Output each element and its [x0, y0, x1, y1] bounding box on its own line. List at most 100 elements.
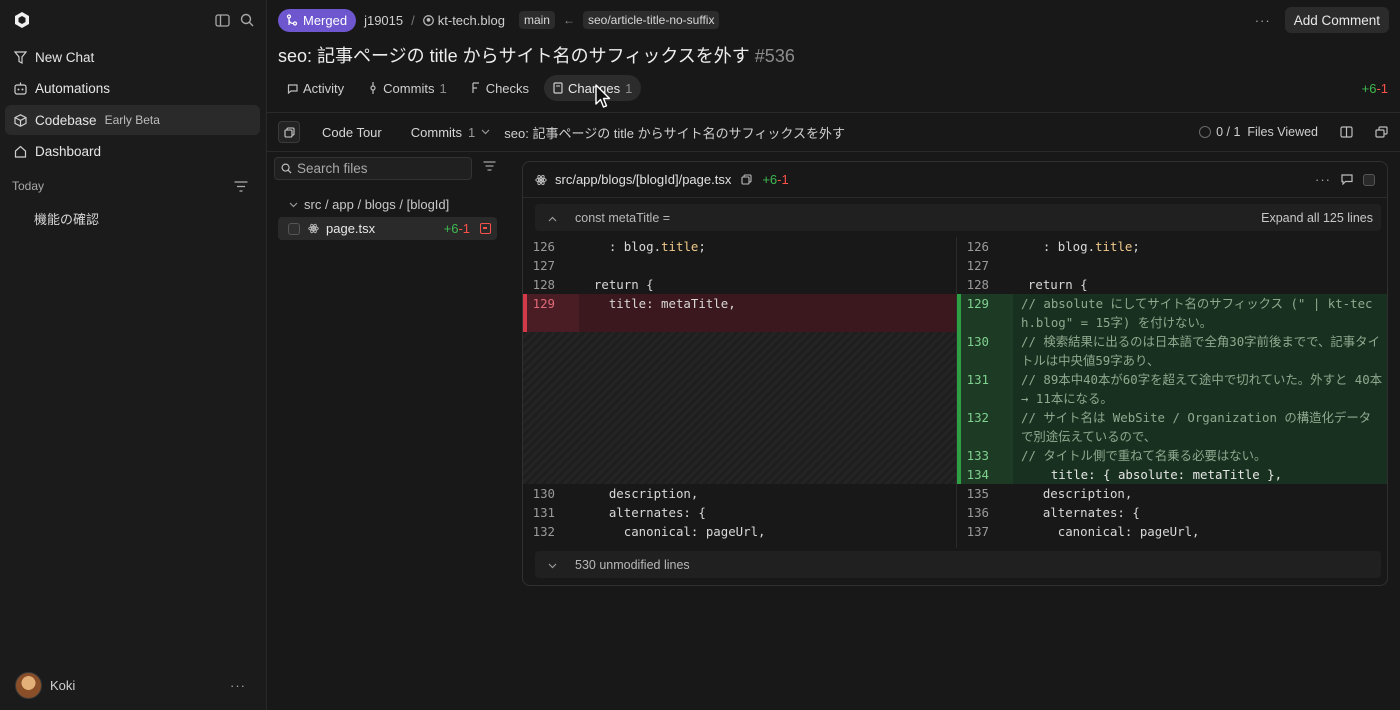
add-comment-button[interactable]: Add Comment	[1284, 7, 1389, 33]
split-view-icon[interactable]	[1340, 126, 1353, 138]
tree-file-item[interactable]: page.tsx +6-1	[278, 217, 497, 240]
copy-icon	[283, 126, 295, 138]
empty-hatch-area	[523, 332, 956, 484]
expand-all-lines-button[interactable]: Expand all 125 lines	[1261, 211, 1373, 225]
merge-icon	[286, 14, 298, 26]
collapse-all-icon[interactable]	[1375, 126, 1388, 138]
files-viewed-status[interactable]: 0 / 1 Files Viewed	[1199, 125, 1318, 139]
file-viewed-checkbox[interactable]	[288, 222, 300, 235]
more-options-icon[interactable]: ···	[1255, 13, 1271, 28]
filter-files-icon[interactable]	[483, 161, 496, 171]
main-panel: Merged j19015 / kt-tech.blog main ← seo/…	[267, 0, 1400, 710]
tsx-file-icon	[308, 223, 319, 234]
line-number: 133	[966, 448, 989, 463]
divider	[267, 112, 1400, 113]
file-path[interactable]: src/app/blogs/[blogId]/page.tsx	[555, 172, 731, 187]
hunk-header[interactable]: const metaTitle = Expand all 125 lines	[535, 204, 1381, 231]
line-number: 129	[966, 296, 989, 311]
line-number: 132	[966, 410, 989, 425]
copy-path-icon[interactable]	[741, 174, 752, 185]
viewed-circle-icon	[1199, 126, 1212, 138]
line-number: 128	[532, 277, 555, 292]
pr-header-bar: Merged j19015 / kt-tech.blog main ← seo/…	[278, 7, 1389, 33]
line-number: 130	[966, 334, 989, 349]
line-number: 126	[966, 239, 989, 254]
activity-icon	[287, 83, 298, 94]
tab-checks[interactable]: Checks	[462, 75, 538, 101]
file-diff-icon	[553, 82, 563, 94]
file-name: page.tsx	[326, 221, 376, 236]
app-logo-icon[interactable]	[12, 10, 32, 30]
chevron-down-icon	[481, 129, 490, 135]
base-branch[interactable]: main	[518, 11, 555, 29]
line-number: 127	[532, 258, 555, 273]
automations-icon	[13, 82, 27, 95]
search-files-input[interactable]	[297, 161, 457, 176]
repo-name: kt-tech.blog	[437, 12, 505, 28]
mouse-cursor-icon	[595, 84, 611, 108]
repo-owner-link[interactable]: j19015	[364, 13, 403, 28]
file-additions: +6	[443, 221, 459, 236]
codebase-icon	[13, 113, 27, 127]
commits-dropdown-label: Commits	[410, 124, 463, 140]
file-viewed-checkbox[interactable]	[1363, 173, 1375, 186]
added-code-text: title: { absolute: metaTitle },	[1021, 467, 1283, 482]
changes-toolbar: Code Tour Commits 1 seo: 記事ページの title から…	[278, 120, 1388, 144]
tab-count: 1	[625, 80, 633, 96]
code-text: description,	[579, 486, 699, 501]
code-tour-button[interactable]: Code Tour	[322, 125, 382, 140]
github-icon	[422, 14, 434, 26]
more-options-icon[interactable]: ···	[230, 678, 246, 693]
file-additions: +6	[762, 172, 778, 187]
diff-right-pane: 126 : blog.title; 127 128 return { 129 /…	[956, 237, 1387, 548]
chevron-down-icon	[289, 202, 298, 207]
user-name: Koki	[50, 677, 76, 693]
tab-activity[interactable]: Activity	[278, 75, 353, 101]
deletions-count: -1	[1376, 80, 1388, 96]
repo-link[interactable]: kt-tech.blog	[422, 12, 505, 28]
unmodified-lines-band[interactable]: 530 unmodified lines	[535, 551, 1381, 578]
toggle-sidebar-icon[interactable]	[215, 13, 230, 27]
copy-toggle-button[interactable]	[278, 121, 300, 143]
tab-changes[interactable]: Changes 1	[544, 75, 642, 101]
avatar	[15, 671, 42, 699]
tsx-file-icon	[535, 174, 547, 185]
search-icon[interactable]	[240, 13, 254, 27]
user-profile[interactable]: Koki ···	[15, 671, 246, 699]
sidebar-item-new-chat[interactable]: New Chat	[5, 42, 260, 72]
pr-title: seo: 記事ページの title からサイト名のサフィックスを外す #536	[278, 42, 795, 68]
added-comment-text: // 89本中40本が60字を超えて途中で切れていた。外すと 40本 → 11本…	[1021, 372, 1383, 406]
sidebar-item-dashboard[interactable]: Dashboard	[5, 137, 260, 167]
added-comment-text: // サイト名は WebSite / Organization の構造化データで…	[1021, 410, 1372, 444]
search-files-box[interactable]	[274, 157, 472, 180]
divider	[267, 151, 1400, 152]
chevron-down-icon[interactable]	[535, 558, 569, 572]
sidebar-item-automations[interactable]: Automations	[5, 74, 260, 104]
line-number: 128	[966, 277, 989, 292]
file-more-options-icon[interactable]: ···	[1315, 172, 1331, 187]
sidebar-item-codebase[interactable]: Codebase Early Beta	[5, 105, 260, 135]
added-comment-text: // 検索結果に出るのは日本語で全角30字前後までで、記事タイトルは中央値59字…	[1021, 334, 1380, 368]
line-number: 135	[966, 486, 989, 501]
history-item[interactable]: 機能の確認	[34, 209, 99, 228]
checks-icon	[472, 82, 479, 93]
file-deletions: -1	[777, 172, 789, 187]
code-text: : blog.title;	[579, 239, 706, 254]
file-diff-stat: +6-1	[444, 221, 470, 236]
code-text: return {	[579, 277, 654, 292]
commits-dropdown[interactable]: Commits 1	[411, 125, 491, 140]
chevron-up-icon[interactable]	[535, 211, 569, 225]
total-diff-stat: +6-1	[1362, 81, 1388, 96]
commit-icon	[370, 82, 376, 94]
pr-tabs: Activity Commits 1 Checks Changes 1 +6-1	[278, 75, 1388, 101]
filter-icon[interactable]	[234, 180, 248, 192]
line-number: 137	[966, 524, 989, 539]
comment-icon[interactable]	[1341, 174, 1353, 185]
sidebar-nav: New Chat Automations Codebase Early Beta…	[5, 42, 260, 168]
tab-commits[interactable]: Commits 1	[359, 75, 456, 101]
line-number: 131	[532, 505, 555, 520]
file-diff-card: src/app/blogs/[blogId]/page.tsx +6-1 ···…	[522, 161, 1388, 586]
line-number: 134	[966, 467, 989, 482]
head-branch[interactable]: seo/article-title-no-suffix	[582, 11, 720, 29]
tree-directory[interactable]: src / app / blogs / [blogId]	[289, 197, 449, 212]
